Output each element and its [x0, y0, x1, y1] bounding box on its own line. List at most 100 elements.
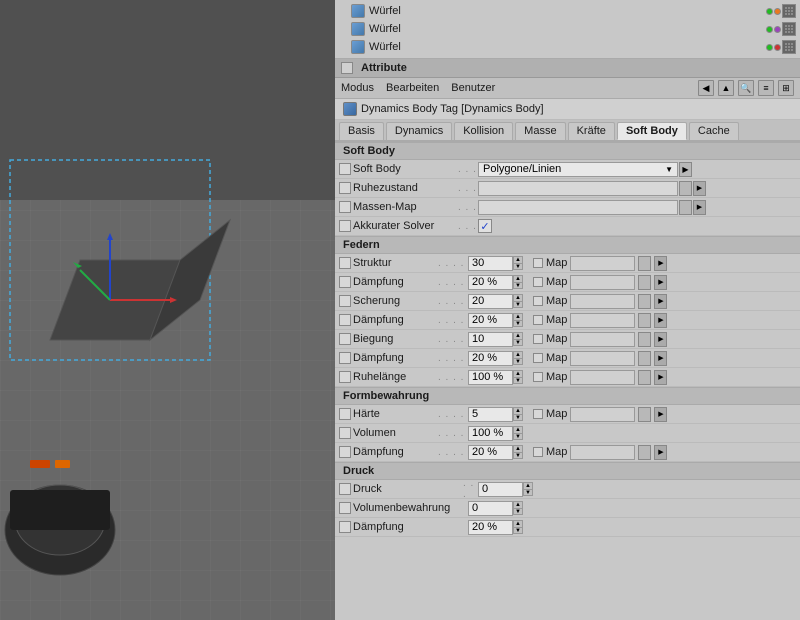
dampfung3-checkbox[interactable] [339, 352, 351, 364]
biegung-checkbox[interactable] [339, 333, 351, 345]
scherung-map-input[interactable] [570, 294, 635, 309]
druck-input[interactable] [478, 482, 523, 497]
biegung-map-btn1[interactable] [638, 332, 651, 347]
biegung-map-btn2[interactable]: ▶ [654, 332, 667, 347]
scherung-input[interactable] [468, 294, 513, 309]
dropdown-extend-btn[interactable]: ▶ [679, 162, 692, 177]
volumenbewahrung-input[interactable] [468, 501, 513, 516]
dampfung1-down[interactable]: ▼ [513, 282, 523, 289]
druck-down[interactable]: ▼ [523, 489, 533, 496]
tab-soft-body[interactable]: Soft Body [617, 122, 687, 140]
dampfung-druck-input[interactable] [468, 520, 513, 535]
struktur-up[interactable]: ▲ [513, 256, 523, 263]
dampfung3-map-btn1[interactable] [638, 351, 651, 366]
dampfung2-map-btn1[interactable] [638, 313, 651, 328]
ruhezustand-checkbox[interactable] [339, 182, 351, 194]
dampfung2-input[interactable] [468, 313, 513, 328]
scherung-map-btn2[interactable]: ▶ [654, 294, 667, 309]
dampfung3-down[interactable]: ▼ [513, 358, 523, 365]
nav-forward-button[interactable]: ▲ [718, 80, 734, 96]
struktur-map-btn1[interactable] [638, 256, 651, 271]
biegung-up[interactable]: ▲ [513, 332, 523, 339]
massenmap-input[interactable] [478, 200, 678, 215]
volumenbewahrung-up[interactable]: ▲ [513, 501, 523, 508]
menu-benutzer[interactable]: Benutzer [451, 82, 495, 94]
harte-map-btn2[interactable]: ▶ [654, 407, 667, 422]
biegung-down[interactable]: ▼ [513, 339, 523, 346]
ruhelange-map-btn1[interactable] [638, 370, 651, 385]
tab-cache[interactable]: Cache [689, 122, 739, 140]
akkurater-val-checkbox[interactable]: ✓ [478, 219, 492, 233]
softbody-dropdown[interactable]: Polygone/Linien ▼ [478, 162, 678, 177]
dampfung2-up[interactable]: ▲ [513, 313, 523, 320]
nav-back-button[interactable]: ◀ [698, 80, 714, 96]
dampfung-form-map-input[interactable] [570, 445, 635, 460]
volumenbewahrung-down[interactable]: ▼ [513, 508, 523, 515]
volumenbewahrung-checkbox[interactable] [339, 502, 351, 514]
harte-input[interactable] [468, 407, 513, 422]
scherung-map-btn1[interactable] [638, 294, 651, 309]
ruhezustand-input[interactable] [478, 181, 678, 196]
dampfung1-map-btn2[interactable]: ▶ [654, 275, 667, 290]
menu-modus[interactable]: Modus [341, 82, 374, 94]
biegung-input[interactable] [468, 332, 513, 347]
dampfung1-map-input[interactable] [570, 275, 635, 290]
volumen-input[interactable] [468, 426, 513, 441]
dampfung3-map-input[interactable] [570, 351, 635, 366]
dampfung2-map-checkbox[interactable] [533, 315, 543, 325]
harte-map-btn1[interactable] [638, 407, 651, 422]
expand-button[interactable]: ⊞ [778, 80, 794, 96]
massenmap-btn[interactable] [679, 200, 692, 215]
scherung-map-checkbox[interactable] [533, 296, 543, 306]
settings-button[interactable]: ≡ [758, 80, 774, 96]
harte-up[interactable]: ▲ [513, 407, 523, 414]
dampfung2-map-input[interactable] [570, 313, 635, 328]
dampfung-form-checkbox[interactable] [339, 446, 351, 458]
dampfung2-map-btn2[interactable]: ▶ [654, 313, 667, 328]
tab-masse[interactable]: Masse [515, 122, 565, 140]
struktur-checkbox[interactable] [339, 257, 351, 269]
harte-map-input[interactable] [570, 407, 635, 422]
scherung-checkbox[interactable] [339, 295, 351, 307]
ruhelange-up[interactable]: ▲ [513, 370, 523, 377]
dampfung3-map-checkbox[interactable] [533, 353, 543, 363]
dampfung2-checkbox[interactable] [339, 314, 351, 326]
menu-bearbeiten[interactable]: Bearbeiten [386, 82, 439, 94]
dampfung-form-map-btn2[interactable]: ▶ [654, 445, 667, 460]
ruhelange-map-btn2[interactable]: ▶ [654, 370, 667, 385]
harte-checkbox[interactable] [339, 408, 351, 420]
volumen-down[interactable]: ▼ [513, 433, 523, 440]
dampfung-form-up[interactable]: ▲ [513, 445, 523, 452]
dampfung1-up[interactable]: ▲ [513, 275, 523, 282]
struktur-input[interactable] [468, 256, 513, 271]
biegung-map-input[interactable] [570, 332, 635, 347]
struktur-down[interactable]: ▼ [513, 263, 523, 270]
ruhelange-map-checkbox[interactable] [533, 372, 543, 382]
dampfung-form-map-btn1[interactable] [638, 445, 651, 460]
softbody-checkbox[interactable] [339, 163, 351, 175]
tab-kollision[interactable]: Kollision [454, 122, 513, 140]
dampfung-druck-checkbox[interactable] [339, 521, 351, 533]
tab-dynamics[interactable]: Dynamics [386, 122, 452, 140]
struktur-map-checkbox[interactable] [533, 258, 543, 268]
biegung-map-checkbox[interactable] [533, 334, 543, 344]
harte-map-checkbox[interactable] [533, 409, 543, 419]
ruhelange-checkbox[interactable] [339, 371, 351, 383]
dampfung1-map-checkbox[interactable] [533, 277, 543, 287]
dampfung1-input[interactable] [468, 275, 513, 290]
druck-up[interactable]: ▲ [523, 482, 533, 489]
dampfung2-down[interactable]: ▼ [513, 320, 523, 327]
massenmap-checkbox[interactable] [339, 201, 351, 213]
dampfung-druck-up[interactable]: ▲ [513, 520, 523, 527]
dampfung3-up[interactable]: ▲ [513, 351, 523, 358]
tab-kraefte[interactable]: Kräfte [568, 122, 615, 140]
scherung-up[interactable]: ▲ [513, 294, 523, 301]
volumen-checkbox[interactable] [339, 427, 351, 439]
search-button[interactable]: 🔍 [738, 80, 754, 96]
druck-checkbox[interactable] [339, 483, 351, 495]
volumen-up[interactable]: ▲ [513, 426, 523, 433]
struktur-map-input[interactable] [570, 256, 635, 271]
struktur-map-btn2[interactable]: ▶ [654, 256, 667, 271]
dampfung-form-input[interactable] [468, 445, 513, 460]
dampfung-druck-down[interactable]: ▼ [513, 527, 523, 534]
